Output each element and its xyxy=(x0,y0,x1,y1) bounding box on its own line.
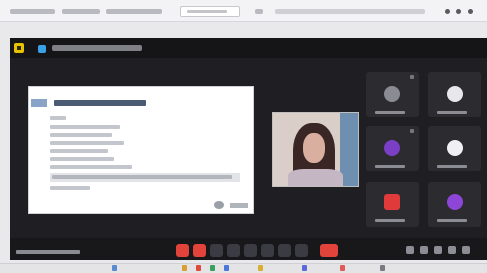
leave-call-icon[interactable] xyxy=(320,244,338,257)
taskbar-app-icon[interactable] xyxy=(302,265,307,271)
slide-footer-logo xyxy=(230,203,248,208)
microphone-icon[interactable] xyxy=(193,244,206,257)
taskbar-app-icon[interactable] xyxy=(182,265,187,271)
slide-text-line xyxy=(50,133,112,137)
meeting-status xyxy=(16,250,80,254)
slide-text-line xyxy=(50,186,90,190)
browser-tab[interactable] xyxy=(62,9,100,14)
settings-icon[interactable] xyxy=(434,246,442,254)
fullscreen-icon[interactable] xyxy=(420,246,428,254)
record-icon[interactable] xyxy=(227,244,240,257)
more-icon[interactable] xyxy=(295,244,308,257)
slide-text-line xyxy=(50,141,124,145)
address-bar[interactable] xyxy=(180,6,240,17)
info-icon[interactable] xyxy=(448,246,456,254)
taskbar-app-icon[interactable] xyxy=(380,265,385,271)
bookmark-icon[interactable] xyxy=(255,9,263,14)
meeting-title xyxy=(52,45,142,51)
slide-text-line xyxy=(50,157,114,161)
taskbar-app-icon[interactable] xyxy=(224,265,229,271)
participant-avatar xyxy=(384,86,400,102)
participant-avatar xyxy=(384,194,400,210)
participant-avatar xyxy=(447,140,463,156)
taskbar-app-icon[interactable] xyxy=(112,265,117,271)
participant-name xyxy=(437,219,467,222)
speaker-face xyxy=(303,133,325,163)
taskbar-app-icon[interactable] xyxy=(196,265,201,271)
camera-icon[interactable] xyxy=(176,244,189,257)
slide-title xyxy=(54,100,146,106)
slide-text-line xyxy=(50,149,108,153)
slide-text-line xyxy=(50,165,132,169)
reactions-icon[interactable] xyxy=(278,244,291,257)
shield-icon[interactable] xyxy=(38,45,46,53)
taskbar-app-icon[interactable] xyxy=(210,265,215,271)
participant-name xyxy=(375,165,405,168)
slide-text-line xyxy=(50,125,120,129)
bookmarks-bar xyxy=(275,9,425,14)
speaker-body xyxy=(288,169,343,186)
view-icon[interactable] xyxy=(406,246,414,254)
browser-tab[interactable] xyxy=(106,9,162,14)
participant-name xyxy=(437,111,467,114)
participant-name xyxy=(437,165,467,168)
participant-avatar xyxy=(384,140,400,156)
taskbar-app-icon[interactable] xyxy=(258,265,263,271)
taskbar-app-icon[interactable] xyxy=(340,265,345,271)
participant-name xyxy=(375,219,405,222)
mic-off-icon xyxy=(410,75,414,79)
slide-footer-icon xyxy=(214,201,224,209)
slide-text-line xyxy=(52,175,232,179)
profile-icon[interactable] xyxy=(456,9,461,14)
more-options-icon[interactable] xyxy=(462,246,470,254)
share-screen-icon[interactable] xyxy=(210,244,223,257)
participant-avatar xyxy=(447,86,463,102)
slide-text-line xyxy=(50,116,66,120)
participant-name xyxy=(375,111,405,114)
slide-logo xyxy=(31,99,47,107)
speaker-video[interactable] xyxy=(272,112,359,187)
participants-icon[interactable] xyxy=(261,244,274,257)
mic-off-icon xyxy=(410,129,414,133)
browser-tab[interactable] xyxy=(10,9,55,14)
extension-icon[interactable] xyxy=(445,9,450,14)
app-logo-icon xyxy=(14,43,24,53)
chat-icon[interactable] xyxy=(244,244,257,257)
taskbar xyxy=(0,263,487,273)
participant-avatar xyxy=(447,194,463,210)
menu-icon[interactable] xyxy=(468,9,473,14)
